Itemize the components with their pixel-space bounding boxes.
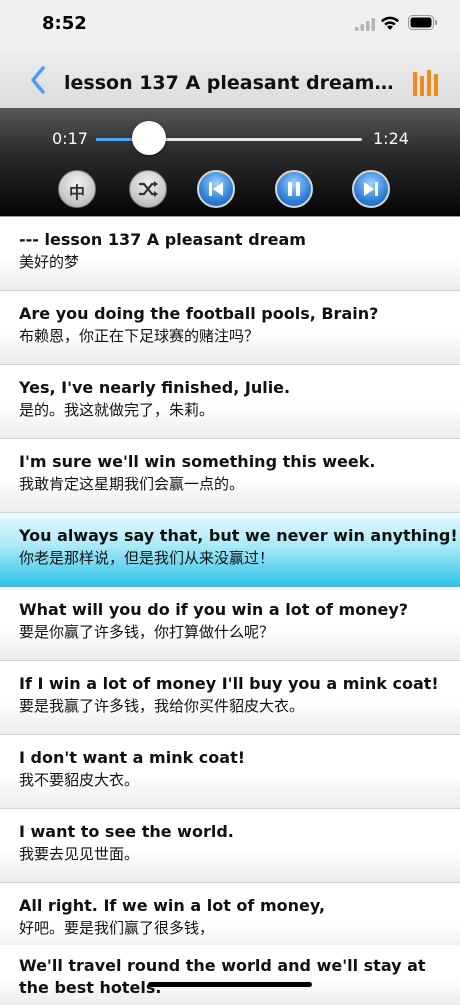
skip-next-icon: [364, 182, 378, 196]
sentence-english: I want to see the world.: [19, 822, 234, 841]
sentence-chinese: 好吧。要是我们赢了很多钱，: [19, 919, 215, 937]
previous-button[interactable]: [197, 170, 235, 208]
sentence-chinese: 要是你赢了许多钱，你打算做什么呢？: [19, 623, 275, 641]
sentence-row[interactable]: What will you do if you win a lot of mon…: [0, 587, 460, 661]
sentence-english: Are you doing the football pools, Brain?: [19, 304, 379, 323]
sentence-english: If I win a lot of money I'll buy you a m…: [19, 674, 439, 693]
sentence-chinese: 你老是那样说，但是我们从来没赢过！: [19, 549, 275, 567]
total-time: 1:24: [373, 129, 409, 148]
battery-icon: [408, 15, 437, 30]
progress-thumb[interactable]: [132, 121, 167, 155]
back-button[interactable]: [26, 64, 52, 96]
home-indicator: [148, 982, 312, 987]
sentence-chinese: 布赖恩，你正在下足球赛的赌注吗？: [19, 327, 260, 345]
page-title: lesson 137 A pleasant dream美好的梦: [64, 72, 396, 94]
sentence-english: Yes, I've nearly finished, Julie.: [19, 378, 291, 397]
sentence-row[interactable]: Are you doing the football pools, Brain?…: [0, 291, 460, 365]
playlist-bars-icon: [413, 70, 438, 96]
sentence-row-current[interactable]: You always say that, but we never win an…: [0, 513, 460, 587]
chevron-left-icon: [31, 66, 45, 94]
sentence-english: You always say that, but we never win an…: [19, 526, 458, 545]
sentence-english: --- lesson 137 A pleasant dream: [19, 230, 306, 249]
sentence-row[interactable]: I don't want a mink coat! 我不要貂皮大衣。: [0, 735, 460, 809]
audio-player: 0:17 1:24 中: [0, 108, 460, 217]
wifi-icon: [381, 16, 399, 30]
sentence-english: I'm sure we'll win something this week.: [19, 452, 376, 471]
playlist-button[interactable]: [412, 68, 442, 98]
sentence-chinese: 我敢肯定这星期我们会赢一点的。: [19, 475, 245, 493]
sentence-row[interactable]: --- lesson 137 A pleasant dream 美好的梦: [0, 217, 460, 291]
sentence-row[interactable]: I'm sure we'll win something this week. …: [0, 439, 460, 513]
sentence-chinese: 我不要貂皮大衣。: [19, 771, 140, 789]
sentence-chinese: 我要去见见世面。: [19, 845, 140, 863]
shuffle-button[interactable]: [129, 170, 167, 208]
sentence-row[interactable]: Yes, I've nearly finished, Julie. 是的。我这就…: [0, 365, 460, 439]
pause-button[interactable]: [275, 170, 313, 208]
language-mode-label: 中: [68, 183, 85, 202]
sentence-chinese: 美好的梦: [19, 253, 80, 271]
pause-icon: [288, 182, 300, 196]
sentence-english: We'll travel round the world and we'll s…: [19, 956, 426, 997]
cellular-signal-icon: [355, 18, 375, 31]
sentence-chinese: 要是我赢了许多钱，我给你买件貂皮大衣。: [19, 697, 305, 715]
sentence-english: All right. If we win a lot of money,: [19, 896, 326, 915]
sentence-english: I don't want a mink coat!: [19, 748, 246, 767]
current-time: 0:17: [52, 129, 88, 148]
next-button[interactable]: [352, 170, 390, 208]
shuffle-icon: [139, 181, 158, 197]
language-toggle-button[interactable]: 中: [58, 170, 96, 208]
sentence-row[interactable]: If I win a lot of money I'll buy you a m…: [0, 661, 460, 735]
status-bar: 8:52: [0, 0, 460, 50]
status-time: 8:52: [42, 13, 87, 34]
sentence-row[interactable]: We'll travel round the world and we'll s…: [0, 945, 460, 1005]
sentence-row[interactable]: I want to see the world. 我要去见见世面。: [0, 809, 460, 883]
skip-previous-icon: [209, 182, 223, 196]
nav-bar: lesson 137 A pleasant dream美好的梦: [0, 50, 460, 108]
sentence-chinese: 是的。我这就做完了，朱莉。: [19, 401, 215, 419]
sentence-english: What will you do if you win a lot of mon…: [19, 600, 409, 619]
